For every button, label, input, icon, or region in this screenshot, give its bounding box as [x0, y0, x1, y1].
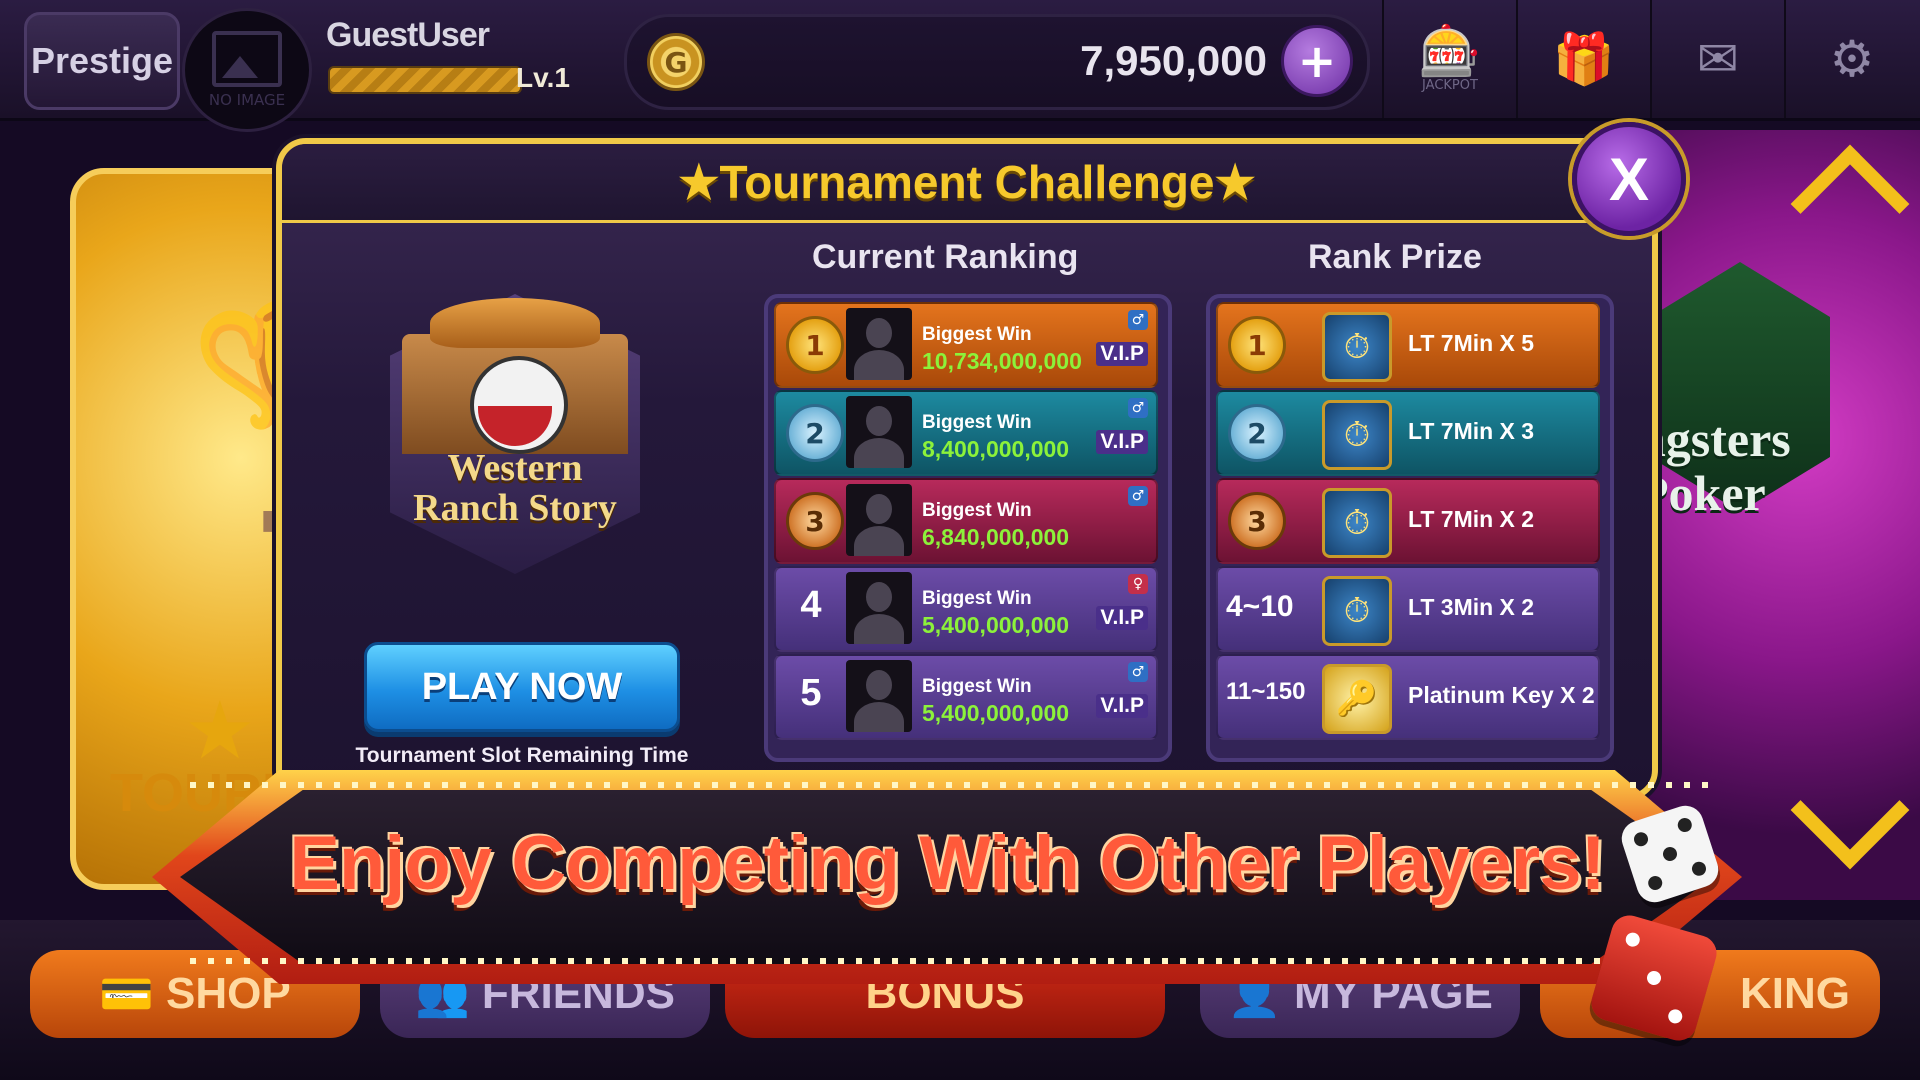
prize-rank-range: 4~10: [1226, 590, 1294, 623]
promo-banner-text: Enjoy Competing With Other Players!: [289, 821, 1606, 906]
ranking-row: 4 Biggest Win 5,400,000,000 V.I.P ♀: [774, 566, 1158, 652]
jackpot-label: JACKPOT: [1422, 77, 1478, 93]
prize-text: LT 3Min X 2: [1408, 594, 1535, 620]
prize-text: LT 7Min X 3: [1408, 418, 1535, 444]
close-button[interactable]: X: [1572, 122, 1686, 236]
mail-icon: ✉: [1697, 30, 1739, 88]
female-icon: ♀: [1128, 574, 1148, 594]
slot-machine-icon: 🎰: [1418, 21, 1482, 80]
remaining-time-label: Tournament Slot Remaining Time: [355, 744, 689, 767]
coin-amount: 7,950,000: [1080, 37, 1267, 84]
bronze-medal-icon: 3: [786, 492, 844, 550]
biggest-win-value: 6,840,000,000: [922, 524, 1070, 550]
male-icon: ♂: [1128, 310, 1148, 330]
male-icon: ♂: [1128, 662, 1148, 682]
level-progress-bar: [328, 66, 522, 94]
slot-name: Western Ranch Story: [370, 448, 660, 528]
ranking-row: 2 Biggest Win 8,400,000,000 V.I.P ♂: [774, 390, 1158, 476]
silver-medal-icon: 2: [786, 404, 844, 462]
scroll-up-arrow-icon[interactable]: [1790, 140, 1900, 210]
gangsters-poker-line1: ngsters: [1638, 411, 1791, 467]
player-avatar: [846, 660, 912, 732]
gangsters-poker-line2: Poker: [1638, 465, 1766, 521]
silver-medal-icon: 2: [1228, 404, 1286, 462]
play-now-button[interactable]: PLAY NOW: [364, 642, 680, 732]
tournament-modal: ★Tournament Challenge★ Western Ranch Sto…: [276, 138, 1658, 800]
coin-balance: G 7,950,000 +: [624, 14, 1370, 110]
modal-title: ★Tournament Challenge★: [678, 156, 1256, 208]
coin-icon: G: [647, 33, 705, 91]
avatar-placeholder-text: NO IMAGE: [208, 91, 286, 109]
prize-rank-range: 11~150: [1226, 678, 1306, 705]
vip-badge: V.I.P: [1096, 430, 1148, 454]
prize-row: 4~10 ⏱ LT 3Min X 2: [1216, 566, 1600, 652]
cowboy-hat-icon: [430, 298, 600, 348]
image-placeholder-icon: [212, 31, 282, 87]
biggest-win-value: 5,400,000,000: [922, 700, 1070, 726]
slot-name-line2: Ranch Story: [413, 487, 617, 529]
ranking-row: 5 Biggest Win 5,400,000,000 V.I.P ♂: [774, 654, 1158, 740]
lucky-time-icon: ⏱: [1322, 488, 1392, 558]
ranking-row: 1 Biggest Win 10,734,000,000 V.I.P ♂: [774, 302, 1158, 388]
level-label: Lv.1: [516, 62, 570, 93]
player-avatar: [846, 308, 912, 380]
prize-header: Rank Prize: [1308, 238, 1482, 276]
ranking-header: Current Ranking: [812, 238, 1079, 276]
lucky-time-icon: ⏱: [1322, 400, 1392, 470]
vip-badge: V.I.P: [1096, 606, 1148, 630]
username: GuestUser: [326, 16, 490, 54]
male-icon: ♂: [1128, 398, 1148, 418]
prize-row: 1 ⏱ LT 7Min X 5: [1216, 302, 1600, 388]
top-bar: Prestige NO IMAGE GuestUser Lv.1 G 7,950…: [0, 0, 1920, 132]
avatar[interactable]: NO IMAGE: [182, 8, 312, 132]
vip-badge: V.I.P: [1096, 342, 1148, 366]
biggest-win-label: Biggest Win: [922, 676, 1032, 697]
scroll-down-arrow-icon[interactable]: [1790, 790, 1900, 860]
player-avatar: [846, 572, 912, 644]
biggest-win-label: Biggest Win: [922, 500, 1032, 521]
biggest-win-label: Biggest Win: [922, 588, 1032, 609]
gangsters-poker-title: ngsters Poker: [1638, 412, 1791, 520]
marquee-lights-top: [190, 782, 1710, 788]
rank-number: 4: [800, 584, 822, 626]
vip-badge: V.I.P: [1096, 694, 1148, 718]
shop-icon: 💳: [99, 970, 155, 1019]
biggest-win-label: Biggest Win: [922, 324, 1032, 345]
prize-text: LT 7Min X 5: [1408, 330, 1535, 356]
gear-icon: ⚙: [1829, 30, 1875, 88]
rank-number: 5: [800, 672, 822, 714]
male-icon: ♂: [1128, 486, 1148, 506]
prize-row: 11~150 🔑 Platinum Key X 2: [1216, 654, 1600, 740]
biggest-win-value: 10,734,000,000: [922, 348, 1082, 374]
marquee-lights-bottom: [190, 958, 1710, 964]
prize-text: Platinum Key X 2: [1408, 682, 1595, 708]
gift-icon: 🎁: [1552, 30, 1616, 88]
biggest-win-value: 8,400,000,000: [922, 436, 1070, 462]
lucky-time-icon: ⏱: [1322, 576, 1392, 646]
add-coins-button[interactable]: +: [1281, 25, 1353, 97]
gold-medal-icon: 1: [1228, 316, 1286, 374]
prestige-button[interactable]: Prestige: [24, 12, 180, 110]
player-avatar: [846, 484, 912, 556]
lucky-time-icon: ⏱: [1322, 312, 1392, 382]
slot-name-line1: Western: [447, 447, 583, 489]
gift-button[interactable]: 🎁: [1516, 0, 1650, 118]
prize-text: LT 7Min X 2: [1408, 506, 1535, 532]
prize-list: 1 ⏱ LT 7Min X 5 2 ⏱ LT 7Min X 3 3 ⏱ LT 7…: [1206, 294, 1614, 762]
jackpot-button[interactable]: 🎰 JACKPOT: [1382, 0, 1516, 118]
biggest-win-label: Biggest Win: [922, 412, 1032, 433]
biggest-win-value: 5,400,000,000: [922, 612, 1070, 638]
ranking-list[interactable]: 1 Biggest Win 10,734,000,000 V.I.P ♂ 2 B…: [764, 294, 1172, 762]
platinum-key-icon: 🔑: [1322, 664, 1392, 734]
bronze-medal-icon: 3: [1228, 492, 1286, 550]
player-avatar: [846, 396, 912, 468]
nav-ranking-label: KING: [1740, 969, 1850, 1018]
settings-button[interactable]: ⚙: [1784, 0, 1918, 118]
prize-row: 2 ⏱ LT 7Min X 3: [1216, 390, 1600, 476]
ranking-row: 3 Biggest Win 6,840,000,000 ♂: [774, 478, 1158, 564]
prize-row: 3 ⏱ LT 7Min X 2: [1216, 478, 1600, 564]
mail-button[interactable]: ✉: [1650, 0, 1784, 118]
gold-medal-icon: 1: [786, 316, 844, 374]
